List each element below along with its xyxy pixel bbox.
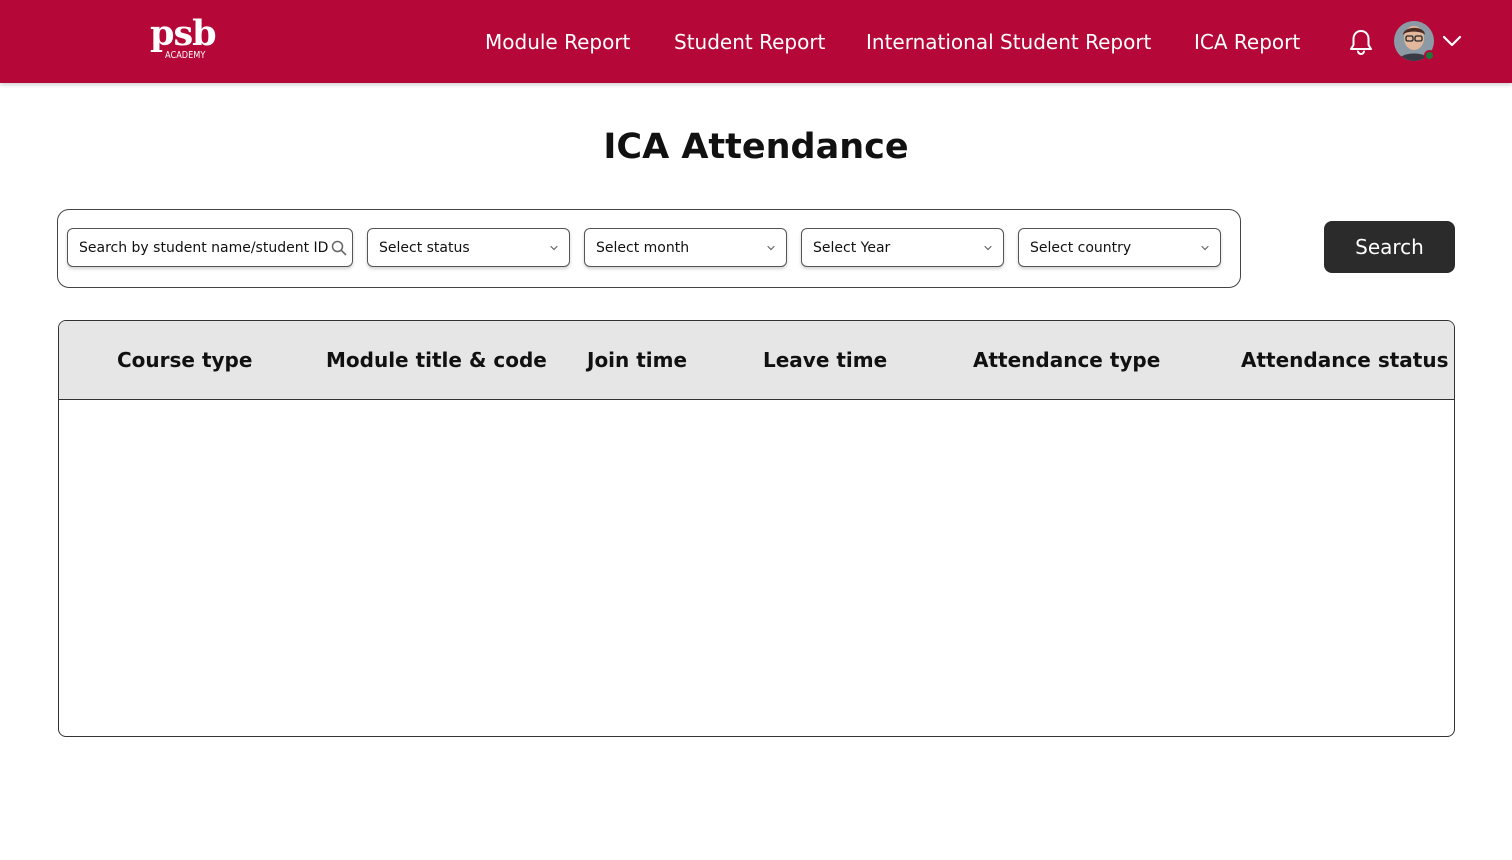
search-button[interactable]: Search [1324, 221, 1455, 273]
search-input-placeholder: Search by student name/student ID [79, 240, 329, 256]
avatar[interactable] [1394, 21, 1435, 61]
status-select[interactable]: Select status [367, 228, 570, 267]
nav-ica-report[interactable]: ICA Report [1194, 28, 1300, 56]
nav-student-report[interactable]: Student Report [674, 28, 825, 56]
filter-panel: Search by student name/student ID Select… [57, 209, 1241, 288]
online-status-dot [1424, 50, 1435, 61]
psb-academy-logo[interactable]: psb ACADEMY [150, 14, 220, 64]
nav-module-report[interactable]: Module Report [485, 28, 630, 56]
logo-sub-text: ACADEMY [165, 50, 206, 61]
logo-main-text: psb [150, 13, 217, 54]
column-header-attendance-status: Attendance status [1241, 348, 1449, 372]
year-select-value: Select Year [813, 240, 891, 256]
chevron-down-icon [546, 240, 562, 256]
chevron-down-icon [1197, 240, 1213, 256]
chevron-down-icon[interactable] [1441, 32, 1463, 50]
page-title: ICA Attendance [603, 127, 909, 167]
top-navigation-bar: psb ACADEMY Module Report Student Report… [0, 0, 1512, 83]
nav-international-student-report[interactable]: International Student Report [866, 28, 1151, 56]
month-select-value: Select month [596, 240, 690, 256]
country-select-value: Select country [1030, 240, 1132, 256]
column-header-attendance-type: Attendance type [973, 348, 1161, 372]
country-select[interactable]: Select country [1018, 228, 1221, 267]
status-select-value: Select status [379, 240, 470, 256]
table-header: Course type Module title & code Join tim… [59, 321, 1454, 400]
column-header-leave-time: Leave time [763, 348, 888, 372]
column-header-join-time: Join time [587, 348, 688, 372]
year-select[interactable]: Select Year [801, 228, 1004, 267]
column-header-course-type: Course type [117, 348, 253, 372]
bell-icon[interactable] [1348, 28, 1374, 56]
chevron-down-icon [763, 240, 779, 256]
chevron-down-icon [980, 240, 996, 256]
attendance-table: Course type Module title & code Join tim… [58, 320, 1455, 737]
search-icon[interactable] [331, 240, 347, 256]
search-input[interactable]: Search by student name/student ID [67, 228, 353, 267]
month-select[interactable]: Select month [584, 228, 787, 267]
column-header-module-title-code: Module title & code [326, 348, 547, 372]
